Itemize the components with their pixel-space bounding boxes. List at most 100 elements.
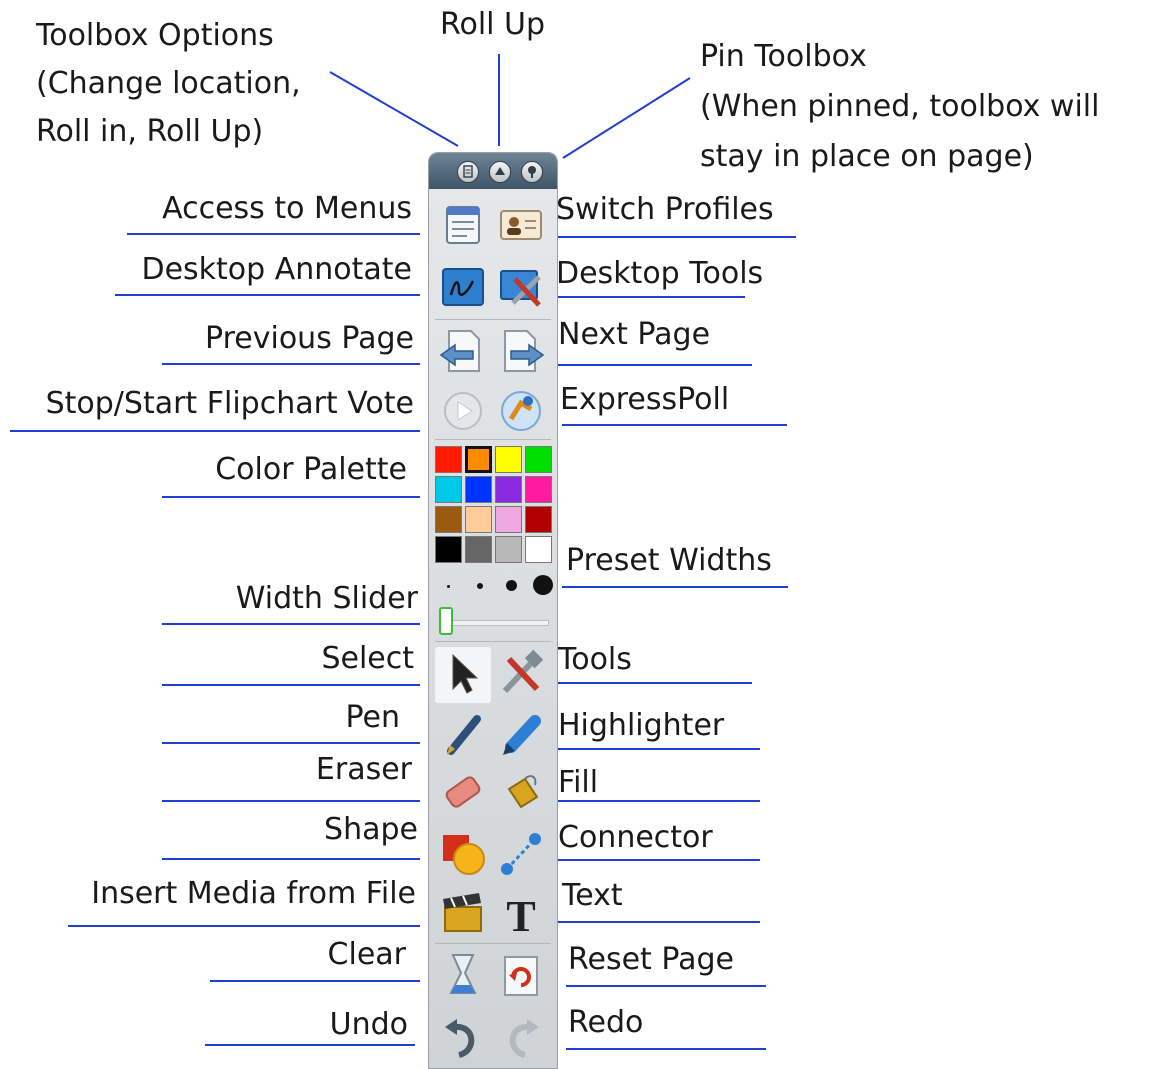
label-insert-media: Insert Media from File	[91, 876, 416, 911]
label-access-menus: Access to Menus	[162, 191, 412, 226]
color-swatch[interactable]	[495, 476, 522, 503]
color-swatch[interactable]	[435, 446, 462, 473]
label-express-poll: ExpressPoll	[560, 382, 730, 417]
color-palette	[433, 444, 553, 564]
color-swatch[interactable]	[465, 506, 492, 533]
next-page-button[interactable]	[495, 325, 547, 377]
color-swatch[interactable]	[495, 446, 522, 473]
hammer-wrench-icon	[502, 649, 544, 694]
preset-width-2[interactable]	[477, 583, 483, 589]
width-slider-thumb[interactable]	[439, 607, 453, 635]
color-swatch[interactable]	[525, 536, 552, 563]
paint-bucket-icon	[507, 775, 539, 809]
desktop-tools-button[interactable]	[495, 261, 547, 313]
color-swatch[interactable]	[465, 536, 492, 563]
label-undo: Undo	[329, 1007, 408, 1042]
express-poll-icon	[501, 391, 541, 431]
profile-card-icon	[500, 210, 542, 240]
label-connector: Connector	[558, 820, 713, 855]
fill-button[interactable]	[495, 767, 547, 819]
label-select: Select	[321, 641, 414, 676]
roll-up-button[interactable]	[489, 161, 511, 183]
text-t-icon: T	[506, 892, 535, 939]
label-eraser: Eraser	[315, 752, 412, 787]
toolbox-titlebar[interactable]	[429, 153, 557, 189]
reset-page-button[interactable]	[495, 949, 547, 1001]
menu-window-icon	[446, 206, 480, 244]
label-highlighter: Highlighter	[558, 708, 725, 743]
text-button[interactable]: T	[495, 887, 547, 939]
label-desktop-tools: Desktop Tools	[556, 256, 764, 291]
label-reset-page: Reset Page	[568, 942, 734, 977]
color-swatch[interactable]	[435, 476, 462, 503]
previous-page-button[interactable]	[437, 325, 489, 377]
separator	[435, 641, 551, 642]
play-icon	[444, 392, 482, 430]
pin-toolbox-button[interactable]	[521, 161, 543, 183]
label-preset-widths: Preset Widths	[566, 543, 772, 578]
pen-button[interactable]	[437, 709, 489, 761]
pin-icon	[528, 166, 536, 178]
width-slider[interactable]	[437, 605, 549, 639]
desktop-tools-icon	[500, 270, 541, 307]
clapperboard-icon	[443, 893, 482, 932]
undo-button[interactable]	[437, 1011, 489, 1063]
label-redo: Redo	[568, 1005, 644, 1040]
color-swatch[interactable]	[525, 446, 552, 473]
triangle-up-icon	[495, 167, 505, 175]
annotation-roll-up: Roll Up	[440, 7, 546, 42]
color-swatch[interactable]	[465, 476, 492, 503]
leader-pin-toolbox	[562, 77, 691, 159]
cursor-arrow-icon	[452, 653, 479, 694]
select-button[interactable]	[435, 647, 491, 703]
color-swatch[interactable]	[435, 506, 462, 533]
next-page-icon	[504, 330, 545, 372]
clear-button[interactable]	[437, 949, 489, 1001]
label-desktop-annotate: Desktop Annotate	[141, 252, 412, 287]
label-text: Text	[562, 878, 623, 913]
label-flipchart-vote: Stop/Start Flipchart Vote	[45, 386, 414, 421]
undo-arrow-icon	[445, 1019, 475, 1058]
color-swatch[interactable]	[525, 476, 552, 503]
color-swatch[interactable]	[495, 536, 522, 563]
color-swatch[interactable]	[435, 536, 462, 563]
label-shape: Shape	[324, 812, 418, 847]
redo-button[interactable]	[495, 1011, 547, 1063]
label-tools: Tools	[558, 642, 632, 677]
label-pen: Pen	[345, 700, 401, 735]
preset-width-1[interactable]	[447, 585, 450, 588]
label-switch-profiles: Switch Profiles	[556, 192, 774, 227]
redo-arrow-icon	[509, 1019, 539, 1058]
access-menus-button[interactable]	[437, 199, 489, 251]
svg-text:T: T	[506, 892, 535, 939]
flipchart-vote-button[interactable]	[437, 385, 489, 437]
desktop-annotate-button[interactable]	[437, 261, 489, 313]
width-slider-track	[443, 620, 549, 626]
previous-page-icon	[439, 330, 480, 372]
color-swatch[interactable]	[525, 506, 552, 533]
preset-width-3[interactable]	[506, 580, 517, 591]
toolbox: T	[428, 152, 558, 1069]
color-swatch[interactable]	[495, 506, 522, 533]
clear-flask-icon	[449, 954, 477, 994]
preset-widths	[437, 571, 553, 601]
color-swatch[interactable]	[465, 446, 492, 473]
pen-icon	[447, 715, 481, 755]
insert-media-button[interactable]	[437, 887, 489, 939]
separator	[435, 943, 551, 944]
shape-button[interactable]	[437, 827, 489, 879]
express-poll-button[interactable]	[495, 385, 547, 437]
annotate-icon	[442, 268, 484, 306]
eraser-button[interactable]	[437, 767, 489, 819]
options-icon	[463, 165, 473, 178]
label-fill: Fill	[558, 765, 599, 800]
tools-button[interactable]	[495, 647, 547, 699]
toolbox-options-button[interactable]	[457, 161, 479, 183]
annotation-toolbox-options: Toolbox Options (Change location, Roll i…	[36, 18, 301, 149]
preset-width-4[interactable]	[533, 575, 553, 595]
label-next-page: Next Page	[558, 317, 711, 352]
highlighter-button[interactable]	[495, 709, 547, 761]
label-width-slider: Width Slider	[235, 581, 418, 616]
connector-button[interactable]	[495, 827, 547, 879]
switch-profiles-button[interactable]	[495, 199, 547, 251]
